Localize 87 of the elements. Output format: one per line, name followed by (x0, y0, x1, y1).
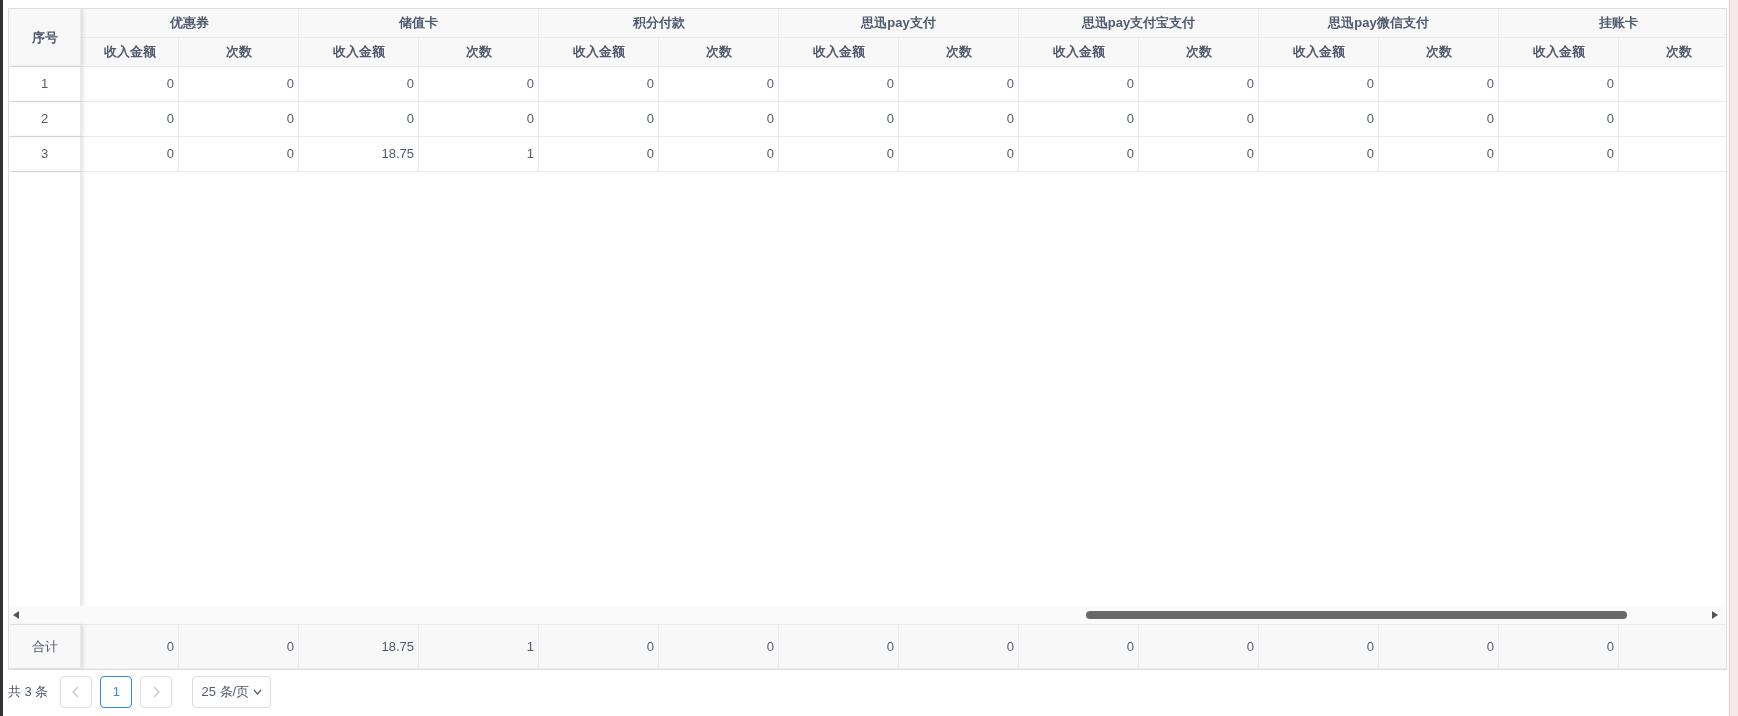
table-cell: 0 (419, 67, 539, 101)
table-cell: 0 (899, 67, 1019, 101)
row-index: 3 (9, 137, 81, 171)
table-cell: 0 (179, 137, 299, 171)
column-header: 次数 (1619, 37, 1726, 66)
column-header: 收入金额 (539, 37, 659, 66)
total-cell: 0 (179, 625, 299, 668)
table-cell: 0 (1499, 67, 1619, 101)
table-cell: 18.75 (299, 137, 419, 171)
table-cell: 0 (539, 102, 659, 136)
table-cell: 0 (539, 137, 659, 171)
total-cell: 0 (1139, 625, 1259, 668)
table-cell: 0 (779, 67, 899, 101)
table-cell: 0 (179, 102, 299, 136)
table-cell: 0 (659, 102, 779, 136)
table-cell: 0 (779, 137, 899, 171)
horizontal-scrollbar[interactable] (9, 606, 1726, 624)
total-cell: 0 (81, 625, 179, 668)
column-header: 收入金额 (779, 37, 899, 66)
column-header: 序号 (9, 9, 81, 66)
table-cell: 0 (1379, 67, 1499, 101)
column-header: 次数 (659, 37, 779, 66)
total-count: 共 3 条 (8, 683, 49, 702)
group-header: 思迅pay支付 (779, 9, 1019, 38)
table-cell: 0 (1499, 137, 1619, 171)
total-cell: 18.75 (299, 625, 419, 668)
table-cell: 0 (1379, 137, 1499, 171)
column-header: 次数 (179, 37, 299, 66)
table-cell: 0 (1259, 102, 1379, 136)
column-header: 收入金额 (1019, 37, 1139, 66)
table-cell: 0 (81, 102, 179, 136)
row-index: 1 (9, 67, 81, 101)
total-cell: 0 (1499, 625, 1619, 668)
table-cell: 0 (1019, 67, 1139, 101)
table-cell: 0 (779, 102, 899, 136)
table-cell: 0 (659, 67, 779, 101)
group-header: 积分付款 (539, 9, 779, 38)
table-cell: 0 (1019, 102, 1139, 136)
total-cell: 0 (779, 625, 899, 668)
table-cell: 0 (1139, 102, 1259, 136)
table-cell: 0 (299, 102, 419, 136)
group-header: 思迅pay微信支付 (1259, 9, 1499, 38)
table-cell: 0 (1019, 137, 1139, 171)
total-cell: 1 (419, 625, 539, 668)
total-label: 合计 (9, 625, 81, 668)
table-cell: 0 (299, 67, 419, 101)
column-header: 收入金额 (1259, 37, 1379, 66)
column-header: 次数 (419, 37, 539, 66)
scrollbar-thumb[interactable] (1086, 611, 1627, 619)
total-cell: 0 (1259, 625, 1379, 668)
table-cell: 0 (1139, 137, 1259, 171)
chevron-right-icon (152, 686, 161, 698)
group-header: 储值卡 (299, 9, 539, 38)
table-cell: 0 (659, 137, 779, 171)
table-cell: 0 (1259, 67, 1379, 101)
total-cell: 0 (539, 625, 659, 668)
total-cell: 0 (1019, 625, 1139, 668)
group-header: 优惠券 (81, 9, 299, 38)
page-size-select[interactable]: 25 条/页 (192, 676, 272, 708)
table-cell: 0 (81, 67, 179, 101)
column-header: 次数 (899, 37, 1019, 66)
table-cell: 0 (1379, 102, 1499, 136)
table-cell: 0 (1259, 137, 1379, 171)
chevron-left-icon (72, 686, 81, 698)
group-header: 思迅pay支付宝支付 (1019, 9, 1259, 38)
table-cell: 0 (1499, 102, 1619, 136)
column-header: 次数 (1379, 37, 1499, 66)
row-index: 2 (9, 102, 81, 136)
table-cell: 0 (899, 102, 1019, 136)
table-cell: 0 (1139, 67, 1259, 101)
column-header: 收入金额 (1499, 37, 1619, 66)
scroll-right-icon[interactable] (1712, 611, 1718, 619)
column-header: 收入金额 (299, 37, 419, 66)
table-cell: 0 (899, 137, 1019, 171)
total-cell: 0 (659, 625, 779, 668)
total-cell: 0 (899, 625, 1019, 668)
table-cell: 0 (81, 137, 179, 171)
scroll-left-icon[interactable] (13, 611, 19, 619)
total-cell: 0 (1379, 625, 1499, 668)
table-cell: 1 (419, 137, 539, 171)
group-header: 挂账卡 (1499, 9, 1726, 38)
column-header: 收入金额 (81, 37, 179, 66)
table-cell: 0 (419, 102, 539, 136)
chevron-down-icon (253, 689, 263, 695)
table-cell: 0 (539, 67, 659, 101)
table-cell: 0 (179, 67, 299, 101)
column-header: 次数 (1139, 37, 1259, 66)
